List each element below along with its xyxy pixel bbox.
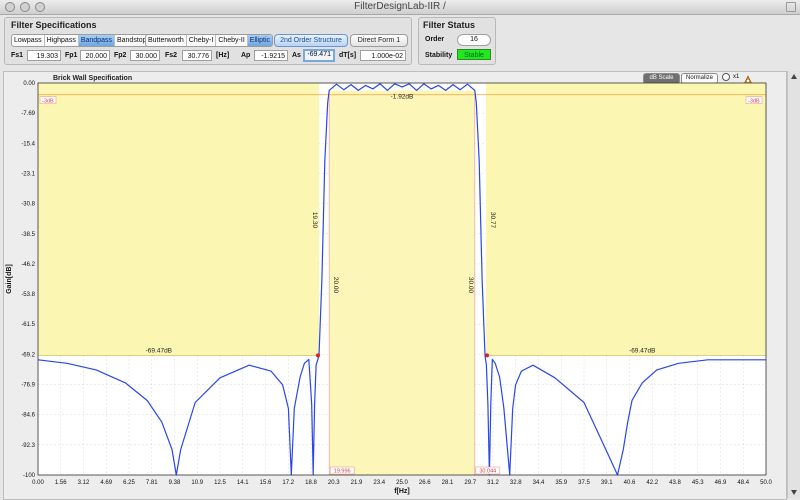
palette-icon[interactable] bbox=[743, 72, 753, 85]
as-field[interactable]: -69.471 bbox=[303, 49, 335, 62]
approx-cheby2[interactable]: Cheby-II bbox=[216, 35, 248, 46]
scroll-down-icon[interactable] bbox=[791, 490, 797, 495]
filter-specifications-group: Filter Specifications Lowpass Highpass B… bbox=[4, 17, 412, 65]
dt-field[interactable]: 1.000e-02 bbox=[360, 50, 406, 61]
filter-type-highpass[interactable]: Highpass bbox=[45, 35, 79, 46]
fp2-label: Fp2 bbox=[114, 52, 127, 59]
second-order-structure-button[interactable]: 2nd Order Structure bbox=[274, 34, 348, 47]
fs1-field[interactable]: 19.303 bbox=[27, 50, 61, 61]
order-label: Order bbox=[425, 36, 445, 43]
approx-butterworth[interactable]: Butterworth bbox=[146, 35, 187, 46]
filter-type-segmented: Lowpass Highpass Bandpass Bandstop bbox=[11, 34, 150, 47]
dt-label: dT[s] bbox=[339, 52, 357, 59]
direct-form-button[interactable]: Direct Form 1 bbox=[350, 34, 408, 47]
plot-panel bbox=[3, 71, 787, 500]
zoom-search-icon[interactable] bbox=[722, 73, 730, 81]
filter-status-group: Filter Status Order 16 Stability Stable bbox=[418, 17, 496, 65]
fs1-label: Fs1 bbox=[11, 52, 24, 59]
fs2-field[interactable]: 30.776 bbox=[182, 50, 212, 61]
stability-label: Stability bbox=[425, 52, 453, 59]
hz-unit-label: [Hz] bbox=[216, 52, 230, 59]
filter-type-bandstop[interactable]: Bandstop bbox=[115, 35, 149, 46]
fs2-label: Fs2 bbox=[165, 52, 178, 59]
filter-status-title: Filter Status bbox=[423, 20, 476, 30]
ap-field[interactable]: -1.9215 bbox=[254, 50, 288, 61]
stability-indicator: Stable bbox=[457, 49, 491, 60]
db-scale-toggle[interactable]: dB Scale bbox=[643, 73, 680, 84]
zoom-level: x1 bbox=[733, 74, 740, 80]
fullscreen-icon[interactable] bbox=[786, 2, 796, 12]
order-value: 16 bbox=[457, 34, 491, 46]
fp2-field[interactable]: 30.000 bbox=[130, 50, 160, 61]
approx-elliptic[interactable]: Elliptic bbox=[247, 35, 273, 46]
fp1-label: Fp1 bbox=[65, 52, 78, 59]
as-label: As bbox=[292, 52, 301, 59]
approx-cheby1[interactable]: Cheby-I bbox=[187, 35, 217, 46]
fp1-field[interactable]: 20.000 bbox=[80, 50, 110, 61]
window-titlebar: FilterDesignLab-IIR / bbox=[0, 0, 800, 15]
vertical-scrollbar[interactable] bbox=[787, 71, 800, 498]
scroll-up-icon[interactable] bbox=[791, 74, 797, 79]
filter-type-lowpass[interactable]: Lowpass bbox=[12, 35, 45, 46]
ap-label: Ap bbox=[241, 52, 251, 59]
window-title: FilterDesignLab-IIR / bbox=[354, 1, 446, 12]
approximation-segmented: Butterworth Cheby-I Cheby-II Elliptic bbox=[145, 34, 274, 47]
filter-specifications-title: Filter Specifications bbox=[11, 20, 97, 30]
filter-type-bandpass[interactable]: Bandpass bbox=[78, 35, 115, 46]
normalize-toggle[interactable]: Normalize bbox=[681, 73, 718, 84]
